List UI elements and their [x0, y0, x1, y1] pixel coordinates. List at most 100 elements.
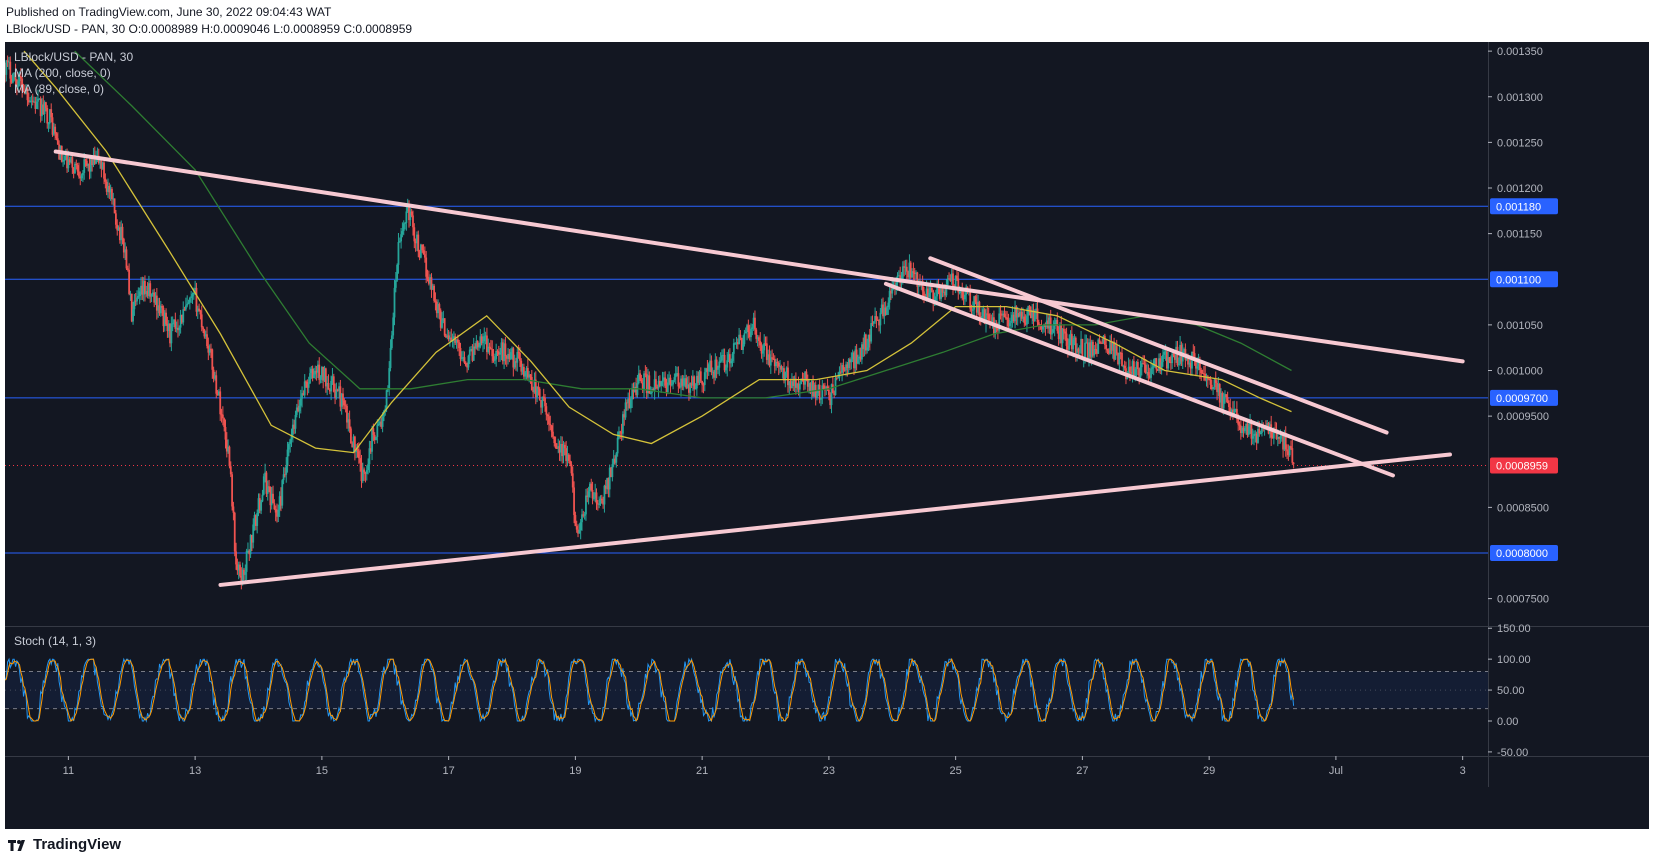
chart-panel[interactable]: 0.001350 0.001300 0.001250 0.001200 0.001150…	[5, 42, 1649, 829]
candle-body	[46, 107, 49, 124]
candle-body	[491, 349, 494, 357]
candle-body	[660, 381, 663, 386]
candle-body	[417, 234, 420, 252]
candle-body	[287, 443, 290, 450]
candle-body	[739, 334, 742, 338]
candle-body	[186, 303, 189, 306]
legend-ma200[interactable]: MA (200, close, 0)	[14, 66, 111, 80]
tradingview-brand[interactable]: TradingView	[8, 836, 121, 853]
candle-body	[946, 278, 949, 286]
legend-stoch[interactable]: Stoch (14, 1, 3)	[14, 634, 96, 648]
candle-body	[281, 480, 284, 506]
candle-body	[538, 388, 541, 401]
candle-body	[182, 309, 185, 323]
candle-body	[343, 400, 346, 406]
candle-body	[707, 364, 710, 372]
time-tick-label: 19	[569, 765, 581, 777]
candle-body	[1023, 316, 1026, 324]
ma89-line	[23, 50, 1292, 454]
candle-body	[1115, 345, 1118, 354]
candle-body	[404, 222, 406, 224]
candle-body	[252, 524, 255, 543]
candle-body	[761, 350, 764, 354]
candle-body	[649, 392, 652, 394]
candle-body	[763, 343, 766, 351]
legend-ma89[interactable]: MA (89, close, 0)	[14, 82, 104, 96]
candle-body	[1155, 358, 1158, 370]
candle-body	[905, 266, 908, 272]
candle-body	[805, 371, 808, 380]
candle-body	[413, 227, 416, 242]
candle-body	[721, 355, 723, 361]
price-tick-label: 0.0008500	[1497, 502, 1549, 514]
legend-symbol[interactable]: LBlock/USD - PAN, 30	[14, 50, 133, 64]
candle-body	[600, 498, 603, 501]
candle-body	[468, 349, 471, 356]
stoch-tick-label: -50.00	[1497, 747, 1528, 759]
candle-body	[372, 428, 375, 435]
candle-body	[244, 571, 247, 575]
candle-body	[956, 275, 958, 279]
candle-body	[393, 287, 396, 318]
candle-body	[1292, 462, 1295, 464]
candle-body	[1147, 372, 1150, 376]
candle-body	[798, 383, 801, 390]
candle-body	[31, 100, 34, 102]
candle-body	[546, 414, 549, 417]
candle-body	[1279, 436, 1282, 439]
candle-body	[136, 297, 138, 302]
candle-body	[224, 427, 227, 440]
candle-body	[165, 312, 167, 325]
candle-body	[887, 302, 890, 308]
candle-body	[759, 341, 762, 346]
candle-body	[313, 374, 315, 379]
level-price-label: 0.0009700	[1496, 393, 1548, 405]
candle-body	[574, 515, 577, 527]
time-tick-label: Jul	[1329, 765, 1343, 777]
candle-body	[571, 473, 574, 488]
candle-body	[126, 268, 129, 270]
candle-body	[661, 380, 664, 382]
stoch-tick-label: 50.00	[1497, 685, 1525, 697]
candle-body	[111, 188, 113, 200]
candle-body	[401, 231, 404, 235]
candle-body	[1196, 366, 1199, 369]
candle-body	[78, 171, 80, 177]
candle-body	[553, 436, 556, 444]
candle-body	[191, 294, 194, 297]
time-tick-label: 27	[1076, 765, 1088, 777]
candle-body	[199, 310, 202, 315]
candle-body	[256, 512, 259, 526]
candle-body	[598, 504, 601, 506]
candle-body	[1037, 322, 1040, 325]
candle-body	[45, 102, 47, 108]
candle-body	[137, 296, 140, 298]
candle-body	[563, 444, 566, 449]
candle-body	[928, 293, 931, 298]
candle-body	[555, 447, 558, 449]
candle-body	[857, 357, 859, 364]
time-tick-label: 15	[316, 765, 328, 777]
candle-body	[1151, 367, 1154, 369]
chart-canvas[interactable]: 0.0013500.0013000.0012500.0012000.001150…	[5, 42, 1649, 829]
candle-body	[754, 317, 756, 330]
candle-body	[1291, 448, 1294, 463]
candle-body	[170, 323, 173, 344]
candle-body	[266, 486, 269, 494]
candle-body	[467, 355, 470, 368]
candle-body	[776, 361, 779, 363]
candle-body	[307, 383, 310, 388]
candle-body	[388, 368, 391, 389]
candle-body	[1214, 379, 1217, 384]
candle-body	[76, 165, 79, 172]
candle-body	[818, 384, 821, 400]
candle-body	[348, 419, 351, 429]
candle-body	[1098, 339, 1101, 343]
candle-body	[1008, 322, 1011, 326]
candle-body	[128, 269, 131, 294]
candle-body	[299, 398, 302, 406]
candle-body	[1168, 357, 1171, 362]
candle-body	[239, 564, 241, 576]
candle-body	[332, 376, 335, 392]
level-price-label: 0.001180	[1496, 201, 1541, 213]
